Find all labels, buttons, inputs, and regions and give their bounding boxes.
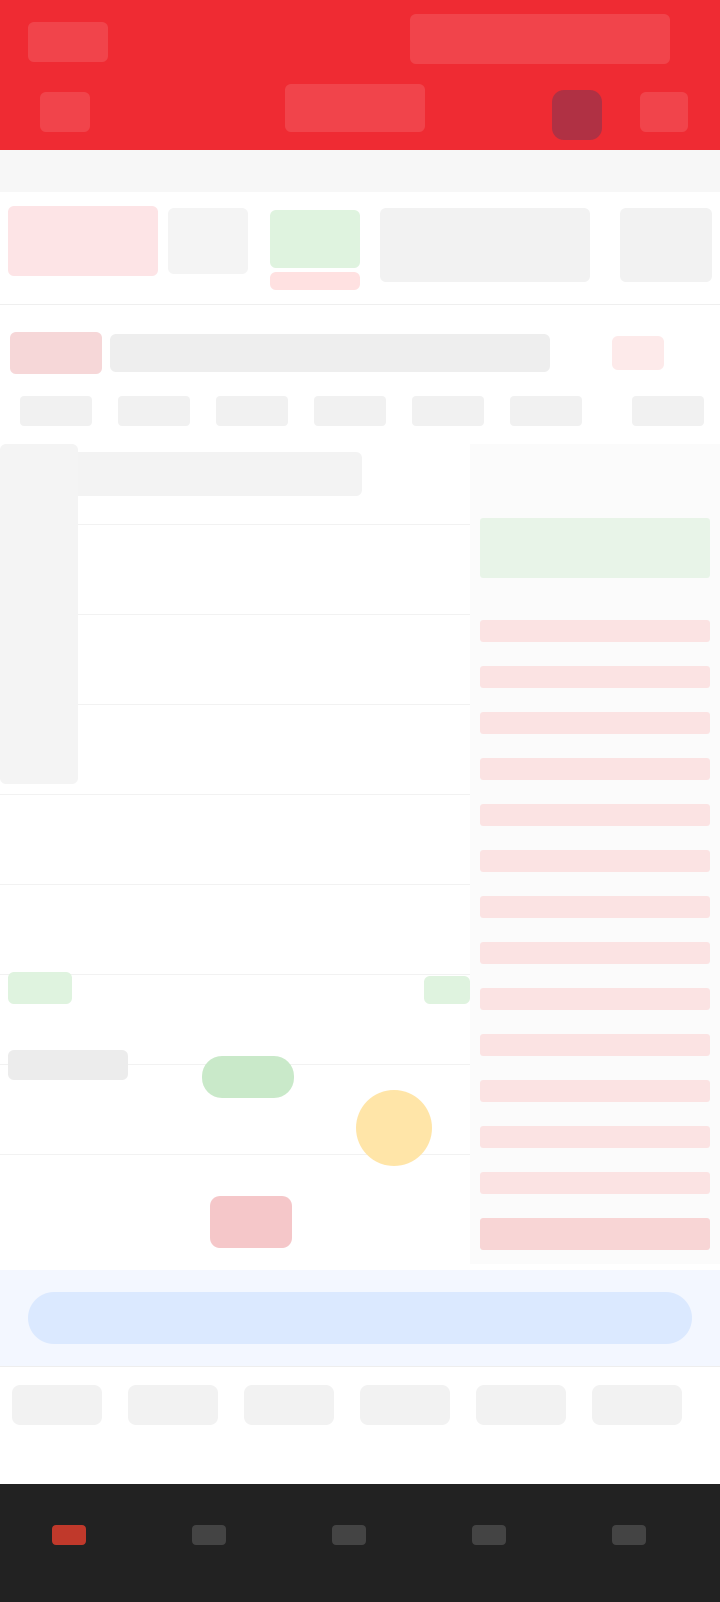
tab-5[interactable] — [476, 1385, 566, 1425]
order-book-row — [480, 804, 710, 826]
chart-yellow-icon — [356, 1090, 432, 1166]
order-book-row — [480, 712, 710, 734]
order-book-row — [480, 1034, 710, 1056]
metric-3 — [216, 396, 288, 426]
order-book-footer — [480, 1218, 710, 1250]
chart-green-pill[interactable] — [202, 1056, 294, 1098]
green-indicator-block — [270, 210, 360, 268]
promo-banner-pill[interactable] — [28, 1292, 692, 1344]
order-book-row — [480, 1172, 710, 1194]
home-icon — [52, 1525, 86, 1545]
section-right-marker — [612, 336, 664, 370]
nav-item-home[interactable] — [24, 1510, 114, 1568]
profile-icon — [612, 1525, 646, 1545]
chart-bottom-left-text — [8, 1050, 128, 1080]
header-left-icon[interactable] — [40, 92, 90, 132]
metric-7 — [632, 396, 704, 426]
chart-bottom-right-green-label — [424, 976, 470, 1004]
info-block — [380, 208, 590, 282]
chart-red-button[interactable] — [210, 1196, 292, 1248]
right-info-block — [620, 208, 712, 282]
nav-item-trade[interactable] — [304, 1510, 394, 1568]
tab-1[interactable] — [12, 1385, 102, 1425]
bottom-navigation — [0, 1484, 720, 1602]
tab-4[interactable] — [360, 1385, 450, 1425]
watchlist-icon — [472, 1525, 506, 1545]
order-book-header — [480, 518, 710, 578]
order-book-row — [480, 1126, 710, 1148]
metric-5 — [412, 396, 484, 426]
chart-left-side-strip — [0, 444, 78, 784]
metric-2 — [118, 396, 190, 426]
metric-1 — [20, 396, 92, 426]
header-center-text — [285, 84, 425, 132]
markets-icon — [192, 1525, 226, 1545]
metric-6 — [510, 396, 582, 426]
order-book-row — [480, 666, 710, 688]
tab-2[interactable] — [128, 1385, 218, 1425]
header-right-text — [410, 14, 670, 64]
header-left-text — [28, 22, 108, 62]
chart-bottom-green-label — [8, 972, 72, 1004]
nav-item-markets[interactable] — [164, 1510, 254, 1568]
grid-line — [0, 794, 470, 795]
section-title-row — [0, 318, 720, 384]
nav-item-profile[interactable] — [584, 1510, 674, 1568]
order-book-row — [480, 758, 710, 780]
order-book-row — [480, 988, 710, 1010]
order-book-row — [480, 896, 710, 918]
price-change-block — [168, 208, 248, 274]
sub-navigation-bar — [0, 150, 720, 193]
header-right-icon[interactable] — [552, 90, 602, 140]
order-book-row — [480, 942, 710, 964]
grid-line — [0, 884, 470, 885]
order-book-row — [480, 1080, 710, 1102]
order-book-row — [480, 850, 710, 872]
metric-4 — [314, 396, 386, 426]
top-header — [0, 0, 720, 150]
stock-summary-strip — [0, 192, 720, 305]
red-indicator-block — [270, 272, 360, 290]
header-menu-icon[interactable] — [640, 92, 688, 132]
metrics-row — [0, 384, 720, 442]
chart-area — [0, 444, 720, 1264]
section-title-text — [110, 334, 550, 372]
trade-icon — [332, 1525, 366, 1545]
tab-6[interactable] — [592, 1385, 682, 1425]
promo-banner[interactable] — [0, 1270, 720, 1366]
order-book-panel — [470, 444, 720, 1264]
red-logo-icon — [10, 332, 102, 374]
tab-3[interactable] — [244, 1385, 334, 1425]
stock-app-screen — [0, 0, 720, 1602]
secondary-tabs — [0, 1366, 720, 1445]
order-book-row — [480, 620, 710, 642]
main-price-block — [8, 206, 158, 276]
nav-item-watchlist[interactable] — [444, 1510, 534, 1568]
price-chart[interactable] — [0, 444, 471, 1264]
